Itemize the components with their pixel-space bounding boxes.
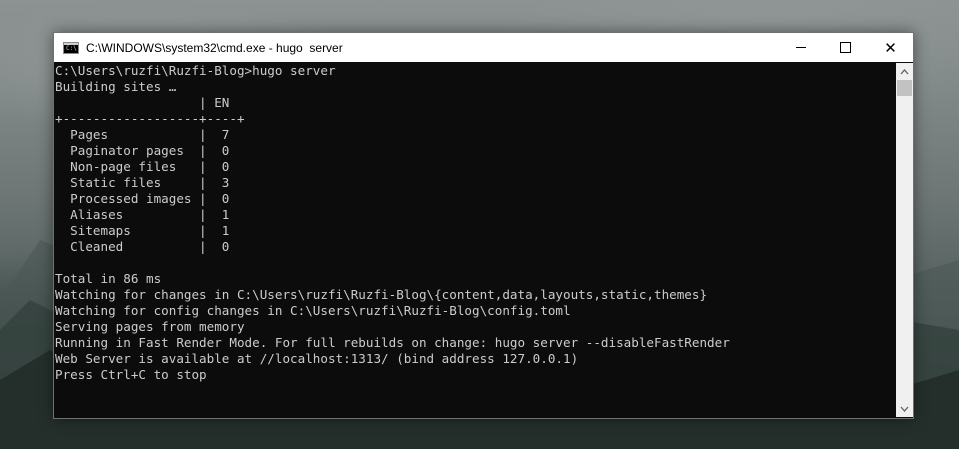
console-line: +------------------+----+ xyxy=(55,111,245,126)
console-line: Pages | 7 xyxy=(55,127,230,142)
cmd-window[interactable]: C:\ C:\WINDOWS\system32\cmd.exe - hugo s… xyxy=(53,32,914,419)
close-icon: ✕ xyxy=(884,38,897,57)
console-line: Processed images | 0 xyxy=(55,191,230,206)
minimize-button[interactable] xyxy=(778,33,823,62)
scroll-down-button[interactable] xyxy=(896,400,913,417)
window-controls: ✕ xyxy=(778,33,913,62)
console-line: Press Ctrl+C to stop xyxy=(55,367,207,382)
scroll-up-button[interactable] xyxy=(896,63,913,80)
console-line: Paginator pages | 0 xyxy=(55,143,230,158)
console-line: Watching for changes in C:\Users\ruzfi\R… xyxy=(55,287,708,302)
console-line: Serving pages from memory xyxy=(55,319,245,334)
window-title: C:\WINDOWS\system32\cmd.exe - hugo serve… xyxy=(86,40,343,55)
console-line: Cleaned | 0 xyxy=(55,239,230,254)
console-line: Aliases | 1 xyxy=(55,207,230,222)
console-line: Static files | 3 xyxy=(55,175,230,190)
cmd-app-icon[interactable]: C:\ xyxy=(63,41,79,54)
chevron-down-icon xyxy=(900,406,909,412)
vertical-scrollbar[interactable] xyxy=(896,63,913,417)
console-line: Building sites … xyxy=(55,79,177,94)
console-line: Watching for config changes in C:\Users\… xyxy=(55,303,571,318)
console-line: | EN xyxy=(55,95,230,110)
console-line: Non-page files | 0 xyxy=(55,159,230,174)
console-line: Sitemaps | 1 xyxy=(55,223,230,238)
console-line: Total in 86 ms xyxy=(55,271,162,286)
console-output[interactable]: C:\Users\ruzfi\Ruzfi-Blog>hugo server Bui… xyxy=(55,63,895,417)
close-button[interactable]: ✕ xyxy=(868,33,913,62)
title-bar[interactable]: C:\ C:\WINDOWS\system32\cmd.exe - hugo s… xyxy=(54,33,913,62)
scrollbar-thumb[interactable] xyxy=(897,80,912,96)
maximize-icon xyxy=(840,42,851,53)
console-line: Web Server is available at //localhost:1… xyxy=(55,351,579,366)
maximize-button[interactable] xyxy=(823,33,868,62)
minimize-icon xyxy=(795,47,806,48)
console-line: C:\Users\ruzfi\Ruzfi-Blog>hugo server xyxy=(55,63,336,78)
chevron-up-icon xyxy=(900,68,909,74)
console-line: Running in Fast Render Mode. For full re… xyxy=(55,335,730,350)
